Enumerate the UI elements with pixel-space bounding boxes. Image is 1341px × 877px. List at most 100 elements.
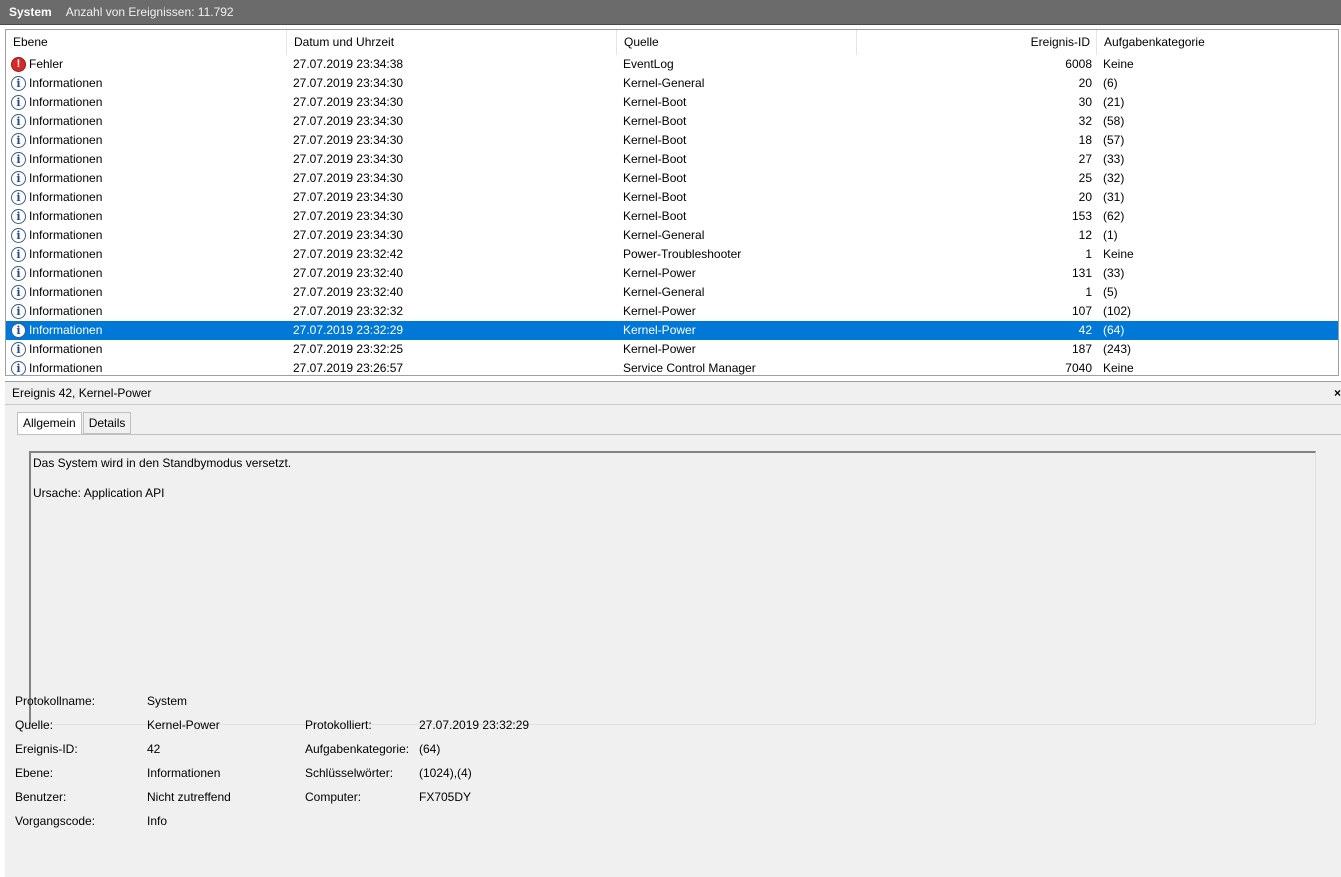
event-row[interactable]: i Informationen 27.07.2019 23:34:30 Kernel-…: [6, 131, 1338, 150]
prop-value-opcode: Info: [147, 814, 168, 828]
info-icon: i: [11, 133, 26, 148]
event-id-cell: 12: [1078, 228, 1092, 242]
info-icon: i: [11, 361, 26, 375]
event-source-cell: Kernel-General: [623, 285, 705, 299]
event-level-cell: ! Fehler: [11, 55, 287, 74]
event-row[interactable]: i Informationen 27.07.2019 23:34:30 Kernel-…: [6, 93, 1338, 112]
event-row[interactable]: i Informationen 27.07.2019 23:32:29 Kernel-…: [6, 321, 1338, 340]
event-level-cell: i Informationen: [11, 188, 287, 207]
event-row[interactable]: i Informationen 27.07.2019 23:34:30 Kernel-…: [6, 188, 1338, 207]
event-row[interactable]: i Informationen 27.07.2019 23:34:30 Kernel-…: [6, 74, 1338, 93]
prop-label-opcode: Vorgangscode:: [15, 814, 96, 828]
prop-label-log-name: Protokollname:: [15, 694, 96, 708]
column-header-date[interactable]: Datum und Uhrzeit: [287, 30, 617, 55]
event-category-cell: (6): [1103, 76, 1118, 90]
event-date-cell: 27.07.2019 23:32:40: [293, 285, 404, 299]
event-row[interactable]: i Informationen 27.07.2019 23:34:30 Kernel-…: [6, 226, 1338, 245]
event-row[interactable]: ! Fehler 27.07.2019 23:34:38 EventLog 6008 Ke…: [6, 55, 1338, 74]
event-date-cell: 27.07.2019 23:34:30: [293, 95, 404, 109]
event-source-cell: Service Control Manager: [623, 361, 756, 375]
event-category-cell: (33): [1103, 266, 1125, 280]
event-level-text: Informationen: [29, 304, 103, 318]
event-level-text: Informationen: [29, 171, 103, 185]
event-level-cell: i Informationen: [11, 207, 287, 226]
event-id-cell: 20: [1078, 76, 1092, 90]
event-date-cell: 27.07.2019 23:26:57: [293, 361, 404, 375]
event-message-box[interactable]: Das System wird in den Standbymodus vers…: [29, 451, 1316, 725]
event-date-cell: 27.07.2019 23:34:30: [293, 152, 404, 166]
event-row[interactable]: i Informationen 27.07.2019 23:32:32 Kernel-…: [6, 302, 1338, 321]
info-icon: i: [11, 342, 26, 357]
event-row[interactable]: i Informationen 27.07.2019 23:34:30 Kernel-…: [6, 112, 1338, 131]
event-row[interactable]: i Informationen 27.07.2019 23:26:57 Service…: [6, 359, 1338, 375]
event-id-cell: 27: [1078, 152, 1092, 166]
prop-value-log-name: System: [147, 694, 188, 708]
event-level-text: Informationen: [29, 152, 103, 166]
event-row[interactable]: i Informationen 27.07.2019 23:34:30 Kernel-…: [6, 169, 1338, 188]
event-detail-pane: Ereignis 42, Kernel-Power × Allgemein De…: [5, 381, 1341, 877]
info-icon: i: [11, 228, 26, 243]
event-row[interactable]: i Informationen 27.07.2019 23:32:42 Power-T…: [6, 245, 1338, 264]
event-source-cell: Kernel-General: [623, 76, 705, 90]
event-level-cell: i Informationen: [11, 131, 287, 150]
column-header-event-id[interactable]: Ereignis-ID: [857, 30, 1097, 55]
info-icon: i: [11, 285, 26, 300]
prop-label-computer: Computer:: [305, 790, 362, 804]
info-icon: i: [11, 323, 26, 338]
tab-details[interactable]: Details: [82, 412, 132, 434]
event-source-cell: Power-Troubleshooter: [623, 247, 742, 261]
prop-label-source: Quelle:: [15, 718, 54, 732]
event-source-cell: Kernel-Boot: [623, 152, 687, 166]
event-id-cell: 42: [1078, 323, 1092, 337]
event-list[interactable]: Ebene Datum und Uhrzeit Quelle Ereignis-…: [5, 29, 1339, 376]
event-source-cell: Kernel-Boot: [623, 133, 687, 147]
event-level-text: Informationen: [29, 323, 103, 337]
info-icon: i: [11, 114, 26, 129]
event-row[interactable]: i Informationen 27.07.2019 23:34:30 Kernel-…: [6, 207, 1338, 226]
info-icon: i: [11, 304, 26, 319]
event-level-text: Informationen: [29, 133, 103, 147]
info-icon: i: [11, 95, 26, 110]
event-date-cell: 27.07.2019 23:34:30: [293, 76, 404, 90]
event-id-cell: 131: [1071, 266, 1092, 280]
event-level-text: Informationen: [29, 95, 103, 109]
info-icon: i: [11, 266, 26, 281]
column-header-source[interactable]: Quelle: [617, 30, 857, 55]
event-category-cell: Keine: [1103, 247, 1134, 261]
event-category-cell: Keine: [1103, 57, 1134, 71]
column-header-level[interactable]: Ebene: [6, 30, 287, 55]
prop-value-source: Kernel-Power: [147, 718, 220, 732]
event-row[interactable]: i Informationen 27.07.2019 23:32:40 Kernel-…: [6, 264, 1338, 283]
event-date-cell: 27.07.2019 23:32:25: [293, 342, 404, 356]
event-level-text: Informationen: [29, 361, 103, 375]
prop-value-task-category: (64): [419, 742, 441, 756]
prop-value-level: Informationen: [147, 766, 221, 780]
event-category-cell: (57): [1103, 133, 1125, 147]
event-id-cell: 187: [1071, 342, 1092, 356]
event-category-cell: (1): [1103, 228, 1118, 242]
event-date-cell: 27.07.2019 23:34:30: [293, 209, 404, 223]
column-header-category[interactable]: Aufgabenkategorie: [1097, 30, 1338, 55]
event-row[interactable]: i Informationen 27.07.2019 23:32:25 Kernel-…: [6, 340, 1338, 359]
prop-value-user: Nicht zutreffend: [147, 790, 231, 804]
event-row[interactable]: i Informationen 27.07.2019 23:32:40 Kernel-…: [6, 283, 1338, 302]
event-category-cell: (64): [1103, 323, 1125, 337]
info-icon: i: [11, 209, 26, 224]
event-source-cell: Kernel-Power: [623, 323, 696, 337]
log-name: System: [9, 5, 52, 19]
event-date-cell: 27.07.2019 23:34:38: [293, 57, 404, 71]
prop-value-event-id: 42: [147, 742, 161, 756]
prop-value-computer: FX705DY: [419, 790, 472, 804]
tab-general[interactable]: Allgemein: [17, 412, 82, 435]
prop-label-logged: Protokolliert:: [305, 718, 372, 732]
event-id-cell: 1: [1085, 285, 1092, 299]
event-level-text: Informationen: [29, 76, 103, 90]
detail-title: Ereignis 42, Kernel-Power: [12, 386, 152, 400]
event-date-cell: 27.07.2019 23:34:30: [293, 228, 404, 242]
event-id-cell: 7040: [1065, 361, 1092, 375]
event-source-cell: Kernel-Boot: [623, 209, 687, 223]
event-level-cell: i Informationen: [11, 226, 287, 245]
close-icon[interactable]: ×: [1334, 382, 1341, 404]
event-date-cell: 27.07.2019 23:32:42: [293, 247, 404, 261]
event-row[interactable]: i Informationen 27.07.2019 23:34:30 Kernel-…: [6, 150, 1338, 169]
